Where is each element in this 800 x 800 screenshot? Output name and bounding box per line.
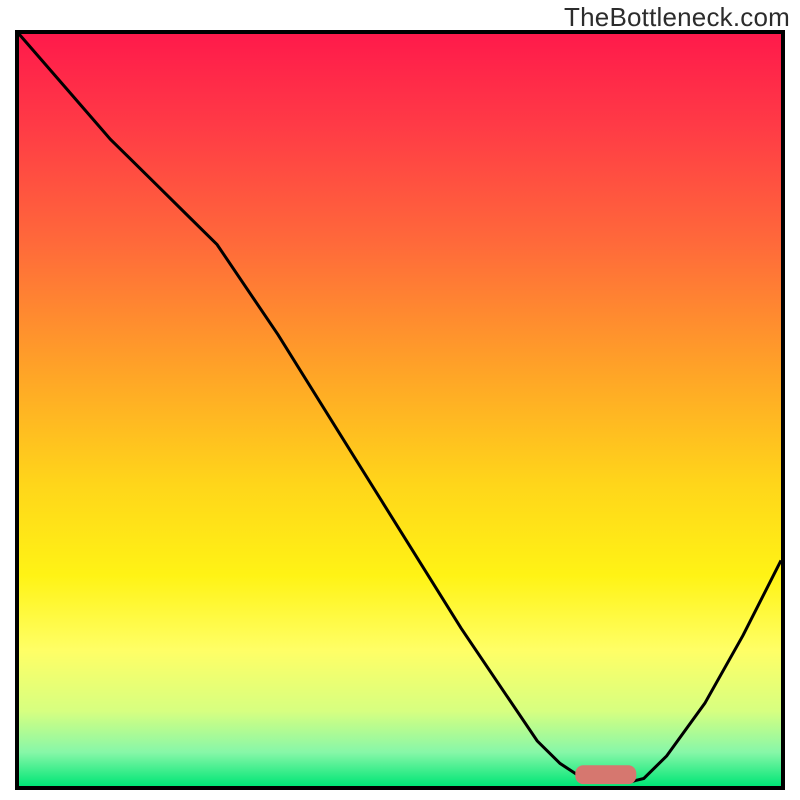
- gradient-background: [19, 34, 781, 786]
- watermark-text: TheBottleneck.com: [564, 2, 790, 33]
- bottleneck-chart: [15, 30, 785, 790]
- chart-container: TheBottleneck.com: [0, 0, 800, 800]
- optimal-range-marker: [575, 765, 636, 784]
- chart-plot-area: [15, 30, 785, 790]
